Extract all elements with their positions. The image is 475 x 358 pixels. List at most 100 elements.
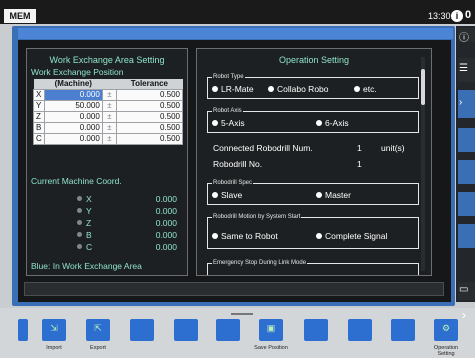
emergency-stop-group: Emergency Stop During Link Mode <box>207 259 419 275</box>
position-value-c[interactable]: 0.000 <box>43 132 103 145</box>
save-icon: ▣ <box>266 323 276 333</box>
position-value-z[interactable]: 0.000 <box>43 110 103 123</box>
chevron-right-icon[interactable]: › <box>462 308 466 322</box>
info-icon: ⓘ <box>459 33 469 44</box>
info-icon[interactable]: i <box>451 10 463 22</box>
work-exchange-table: (Machine) Tolerance X 0.000 ± 0.500 Y 50… <box>33 79 184 145</box>
screen-icon: ▭ <box>459 284 469 295</box>
import-icon: ⇲ <box>50 323 58 333</box>
coord-row-y: Y 0.000 <box>27 206 187 216</box>
position-value-b[interactable]: 0.000 <box>43 121 103 134</box>
robodrill-num-value[interactable]: 1 <box>357 143 362 153</box>
robodrill-num-label: Connected Robodrill Num. <box>213 143 313 153</box>
coord-axis: Y <box>86 206 92 216</box>
group-label: Robodrill Spec <box>212 179 254 187</box>
status-dot-icon <box>77 220 82 225</box>
radio-slave[interactable]: Slave <box>212 190 242 200</box>
axis-label: Y <box>33 99 45 112</box>
radio-lr-mate[interactable]: LR-Mate <box>212 84 254 94</box>
status-dot-icon <box>77 196 82 201</box>
work-exchange-panel: Work Exchange Area Setting Work Exchange… <box>26 48 188 276</box>
radio-master[interactable]: Master <box>316 190 351 200</box>
group-label: Robodrill Motion by System Start <box>212 213 302 221</box>
chevron-right-icon: › <box>459 97 463 108</box>
radio-5-axis[interactable]: 5-Axis <box>212 118 245 128</box>
side-button-2[interactable] <box>458 160 475 184</box>
tolerance-value-c[interactable]: 0.500 <box>115 132 184 145</box>
panel-title: Operation Setting <box>278 55 350 65</box>
import-button[interactable]: ⇲ <box>42 319 66 341</box>
save-position-button[interactable]: ▣ <box>259 319 283 341</box>
radio-icon <box>212 86 218 92</box>
status-dot-icon <box>77 208 82 213</box>
axis-label: X <box>33 88 45 101</box>
coord-value: 0.000 <box>155 194 177 204</box>
table-row: C 0.000 ± 0.500 <box>33 132 184 145</box>
coord-row-z: Z 0.000 <box>27 218 187 228</box>
mode-indicator: MEM <box>4 9 36 23</box>
coord-value: 0.000 <box>155 206 177 216</box>
coord-axis: Z <box>86 218 92 228</box>
operation-setting-button[interactable]: ⚙ <box>434 319 458 341</box>
robot-type-group: Robot Type LR-Mate Collabo Robo etc. <box>207 73 419 99</box>
side-button-3[interactable] <box>458 192 475 216</box>
group-label: Robot Axis <box>212 107 243 115</box>
radio-6-axis[interactable]: 6-Axis <box>316 118 349 128</box>
toolbar-button-3[interactable] <box>130 319 154 341</box>
operation-setting-label: Operation Setting <box>433 345 459 357</box>
tolerance-value-y[interactable]: 0.500 <box>115 99 184 112</box>
coord-axis: X <box>86 194 92 204</box>
robodrill-motion-group: Robodrill Motion by System Start Same to… <box>207 213 419 249</box>
toolbar-prev-button[interactable] <box>18 319 28 341</box>
tolerance-value-x[interactable]: 0.500 <box>115 88 184 101</box>
coord-value: 0.000 <box>155 230 177 240</box>
radio-complete-signal[interactable]: Complete Signal <box>316 231 387 241</box>
robodrill-spec-group: Robodrill Spec Slave Master <box>207 179 419 205</box>
plus-minus: ± <box>101 132 117 145</box>
radio-collabo-robo[interactable]: Collabo Robo <box>268 84 329 94</box>
table-header-machine: (Machine) <box>44 79 103 89</box>
panel-title: Work Exchange Area Setting <box>49 55 165 65</box>
radio-icon <box>212 120 218 126</box>
toolbar-button-7[interactable] <box>304 319 328 341</box>
side-button-4[interactable] <box>458 224 475 248</box>
status-bar: MEM 13:30:02 i 0 <box>0 0 475 24</box>
status-dot-icon <box>77 232 82 237</box>
side-button-1[interactable] <box>458 128 475 152</box>
toolbar-button-4[interactable] <box>174 319 198 341</box>
toolbar-divider <box>231 313 253 315</box>
plus-minus: ± <box>101 121 117 134</box>
export-icon: ⇱ <box>94 323 102 333</box>
window-header-strip <box>18 28 453 39</box>
toolbar-button-9[interactable] <box>391 319 415 341</box>
radio-icon <box>212 192 218 198</box>
list-icon: ☰ <box>459 63 468 74</box>
export-label: Export <box>90 345 106 351</box>
radio-icon <box>316 120 322 126</box>
save-position-label: Save Position <box>254 345 288 351</box>
radio-etc[interactable]: etc. <box>354 84 377 94</box>
scrollbar-thumb[interactable] <box>421 69 425 105</box>
axis-label: C <box>33 132 45 145</box>
radio-icon <box>268 86 274 92</box>
group-label: Robot Type <box>212 73 245 81</box>
tolerance-value-z[interactable]: 0.500 <box>115 110 184 123</box>
coord-axis: B <box>86 230 92 240</box>
position-value-x[interactable]: 0.000 <box>43 88 103 101</box>
toolbar-button-8[interactable] <box>348 319 372 341</box>
table-header-axis <box>33 79 45 89</box>
group-label: Emergency Stop During Link Mode <box>212 259 308 267</box>
export-button[interactable]: ⇱ <box>86 319 110 341</box>
radio-same-to-robot[interactable]: Same to Robot <box>212 231 278 241</box>
plus-minus: ± <box>101 99 117 112</box>
tolerance-value-b[interactable]: 0.500 <box>115 121 184 134</box>
radio-icon <box>212 233 218 239</box>
table-row: B 0.000 ± 0.500 <box>33 121 184 134</box>
settings-icon: ⚙ <box>441 323 451 333</box>
table-header-tolerance: Tolerance <box>116 79 183 89</box>
robodrill-no-label: Robodrill No. <box>213 159 263 169</box>
robodrill-no-value[interactable]: 1 <box>357 159 362 169</box>
message-bar <box>24 282 444 296</box>
toolbar-button-5[interactable] <box>216 319 240 341</box>
position-value-y[interactable]: 50.000 <box>43 99 103 112</box>
